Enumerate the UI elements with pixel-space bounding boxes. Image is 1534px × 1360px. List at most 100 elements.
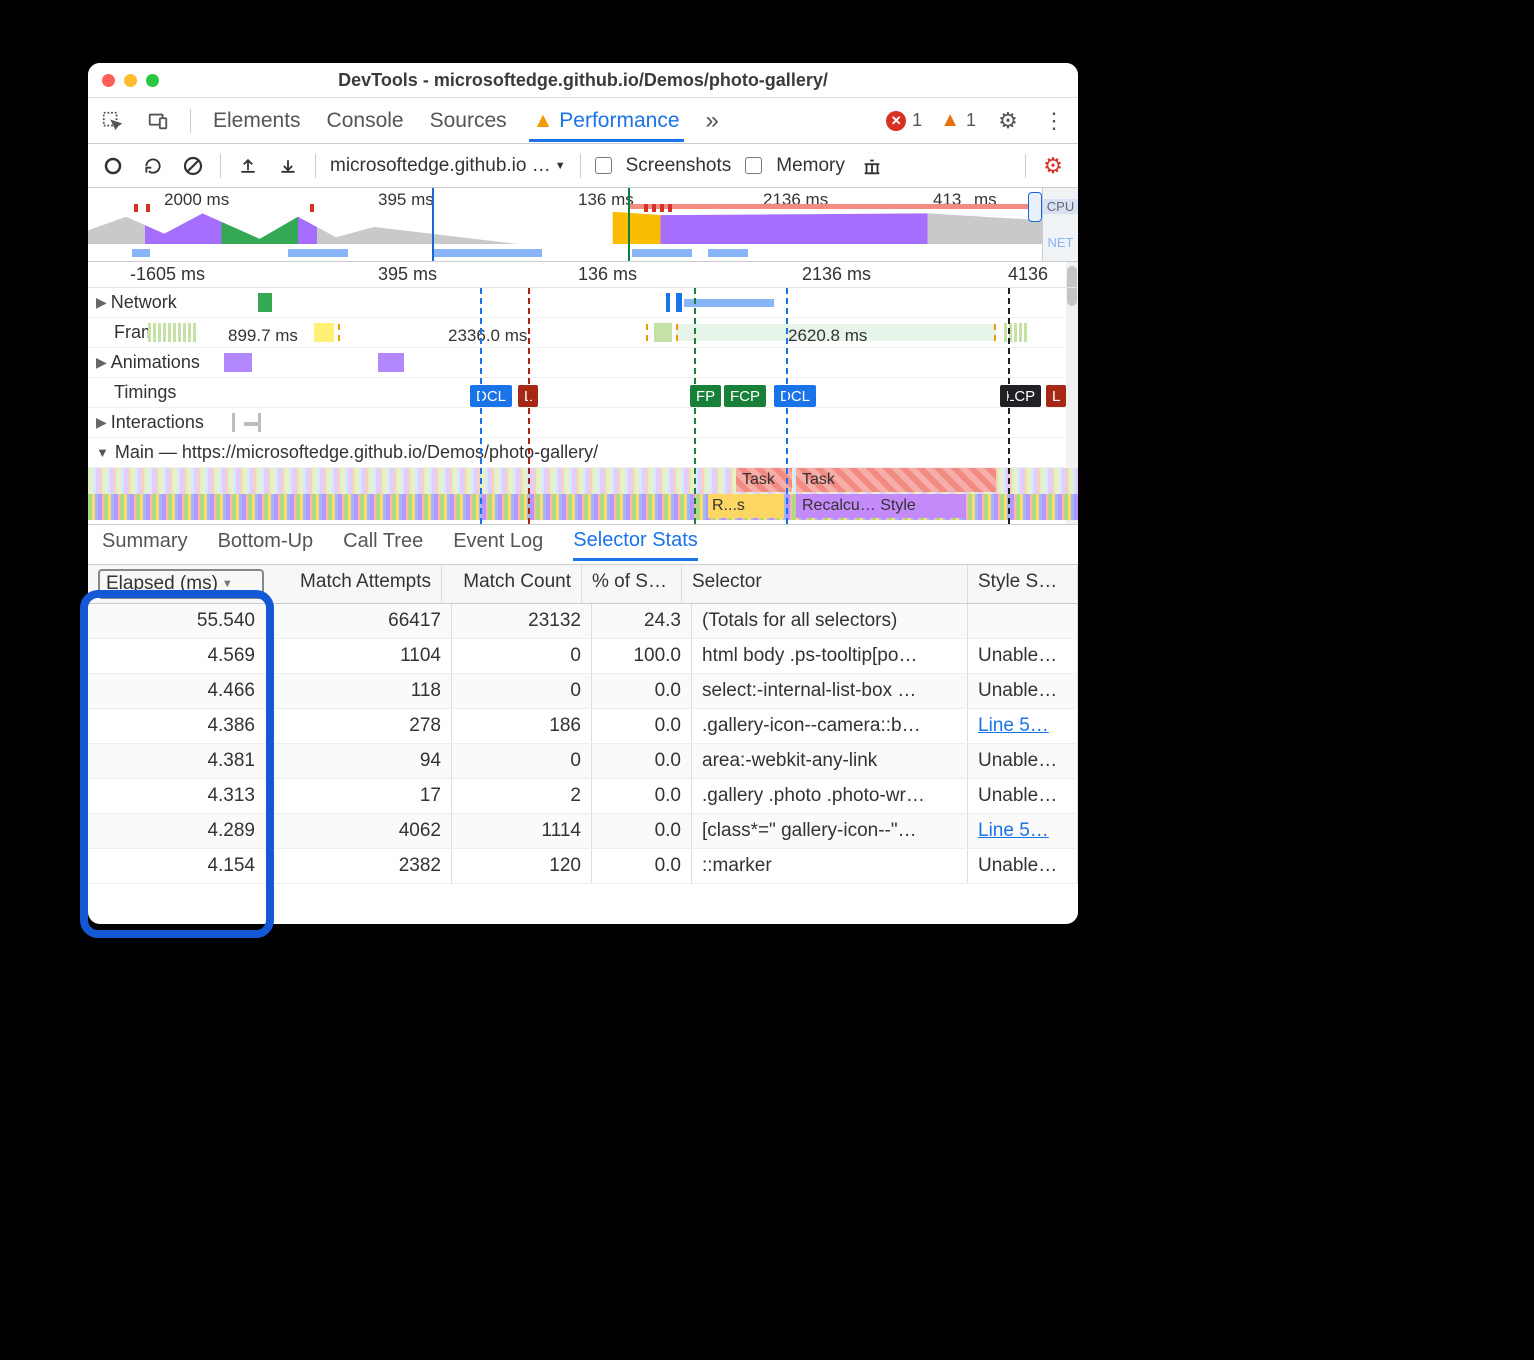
- sort-desc-icon: ▼: [222, 578, 233, 590]
- marker-line: [480, 288, 482, 524]
- cell-pct: 0.0: [592, 779, 692, 813]
- clear-button[interactable]: [180, 153, 206, 179]
- table-row[interactable]: 4.3862781860.0.gallery-icon--camera::b…L…: [88, 709, 1078, 744]
- cell-attempts: 17: [274, 779, 452, 813]
- row-network[interactable]: ▶ Network: [88, 288, 1078, 318]
- memory-checkbox[interactable]: [745, 157, 762, 174]
- cell-elapsed: 4.386: [88, 709, 274, 743]
- row-timings[interactable]: Timings DCL L FP FCP DCL LCP L: [88, 378, 1078, 408]
- overview-net: [88, 249, 1042, 257]
- upload-button[interactable]: [235, 153, 261, 179]
- tab-call-tree[interactable]: Call Tree: [343, 530, 423, 559]
- table-row[interactable]: 4.3819400.0area:-webkit-any-linkUnable…: [88, 744, 1078, 779]
- disclosure-icon[interactable]: ▶: [96, 354, 107, 371]
- capture-settings-icon[interactable]: ⚙: [1040, 153, 1066, 179]
- table-row[interactable]: 4.15423821200.0::markerUnable…: [88, 849, 1078, 884]
- cell-elapsed: 55.540: [88, 604, 274, 638]
- table-row[interactable]: 4.46611800.0select:-internal-list-box …U…: [88, 674, 1078, 709]
- recalc-style-block[interactable]: Recalcu… Style: [796, 494, 966, 518]
- garbage-collect-button[interactable]: [859, 153, 885, 179]
- col-elapsed-sort[interactable]: Elapsed (ms) ▼: [98, 569, 264, 599]
- warning-icon: ▲: [533, 109, 554, 132]
- cell-style: Line 5…: [968, 709, 1078, 743]
- cell-attempts: 1104: [274, 639, 452, 673]
- cell-elapsed: 4.154: [88, 849, 274, 883]
- tab-performance[interactable]: ▲ Performance: [529, 109, 684, 142]
- divider: [190, 109, 191, 133]
- settings-icon[interactable]: ⚙: [994, 107, 1022, 135]
- cell-selector: .gallery-icon--camera::b…: [692, 709, 968, 743]
- minimize-icon[interactable]: [124, 74, 137, 87]
- tab-elements[interactable]: Elements: [209, 109, 305, 133]
- overview-task-ticks: [88, 204, 1042, 212]
- disclosure-icon[interactable]: ▶: [96, 294, 107, 311]
- recording-selector[interactable]: microsoftedge.github.io … ▼: [330, 155, 566, 177]
- tab-bottom-up[interactable]: Bottom-Up: [218, 530, 314, 559]
- task-block[interactable]: Task: [736, 468, 792, 492]
- download-button[interactable]: [275, 153, 301, 179]
- maximize-icon[interactable]: [146, 74, 159, 87]
- col-elapsed-label: Elapsed (ms): [106, 573, 218, 595]
- warning-count-badge[interactable]: ▲ 1: [940, 109, 976, 132]
- cell-attempts: 278: [274, 709, 452, 743]
- disclosure-icon[interactable]: ▶: [96, 414, 107, 431]
- cell-pct: 0.0: [592, 709, 692, 743]
- flame-chart[interactable]: Task Task R...s Recalcu… Style: [88, 468, 1078, 524]
- main-thread-label: Main — https://microsoftedge.github.io/D…: [115, 442, 598, 463]
- row-frames[interactable]: Frames 899.7 ms 2336.0 ms 2620.8 ms: [88, 318, 1078, 348]
- tab-selector-stats[interactable]: Selector Stats: [573, 529, 698, 561]
- row-label: Network: [111, 292, 219, 313]
- col-attempts[interactable]: Match Attempts: [264, 565, 442, 603]
- cell-elapsed: 4.466: [88, 674, 274, 708]
- col-count[interactable]: Match Count: [442, 565, 582, 603]
- cell-style: Unable…: [968, 674, 1078, 708]
- col-pct[interactable]: % of Sl…: [582, 565, 682, 603]
- cell-selector: [class*=" gallery-icon--"…: [692, 814, 968, 848]
- style-link[interactable]: Line 5…: [978, 715, 1049, 736]
- tab-summary[interactable]: Summary: [102, 530, 188, 559]
- record-button[interactable]: [100, 153, 126, 179]
- style-link[interactable]: Line 5…: [978, 820, 1049, 841]
- ruler-tick: -1605 ms: [130, 264, 205, 285]
- table-row[interactable]: 55.540664172313224.3(Totals for all sele…: [88, 604, 1078, 639]
- cell-pct: 0.0: [592, 744, 692, 778]
- col-style[interactable]: Style S…: [968, 565, 1078, 603]
- cell-style: Unable…: [968, 779, 1078, 813]
- cell-pct: 0.0: [592, 814, 692, 848]
- disclosure-icon[interactable]: ▼: [96, 445, 109, 460]
- close-icon[interactable]: [102, 74, 115, 87]
- timing-load: L: [1046, 385, 1066, 407]
- tab-console[interactable]: Console: [323, 109, 408, 133]
- timeline-overview[interactable]: 2000 ms 395 ms 136 ms 2136 ms 413 ms CPU…: [88, 188, 1078, 262]
- col-selector[interactable]: Selector: [682, 565, 968, 603]
- flame-block[interactable]: R...s: [708, 494, 784, 518]
- cell-style: Unable…: [968, 639, 1078, 673]
- cell-pct: 100.0: [592, 639, 692, 673]
- cell-count: 2: [452, 779, 592, 813]
- screenshots-checkbox[interactable]: [595, 157, 612, 174]
- overview-side-labels: CPU NET: [1042, 188, 1078, 261]
- kebab-menu-icon[interactable]: ⋮: [1040, 107, 1068, 135]
- main-thread-header[interactable]: ▼ Main — https://microsoftedge.github.io…: [88, 438, 1078, 468]
- row-interactions[interactable]: ▶ Interactions: [88, 408, 1078, 438]
- overview-range-handle[interactable]: [1028, 192, 1042, 222]
- timeline-main[interactable]: -1605 ms 395 ms 136 ms 2136 ms 4136 ▶ Ne…: [88, 262, 1078, 525]
- table-row[interactable]: 4.289406211140.0[class*=" gallery-icon--…: [88, 814, 1078, 849]
- frame-duration: 2620.8 ms: [788, 326, 867, 346]
- tab-sources[interactable]: Sources: [426, 109, 511, 133]
- tabs-overflow[interactable]: »: [702, 107, 723, 135]
- table-row[interactable]: 4.56911040100.0html body .ps-tooltip[po……: [88, 639, 1078, 674]
- reload-record-button[interactable]: [140, 153, 166, 179]
- table-row[interactable]: 4.3131720.0.gallery .photo .photo-wr…Una…: [88, 779, 1078, 814]
- perf-toolbar: microsoftedge.github.io … ▼ Screenshots …: [88, 144, 1078, 188]
- tab-event-log[interactable]: Event Log: [453, 530, 543, 559]
- cell-style: Unable…: [968, 849, 1078, 883]
- cell-attempts: 2382: [274, 849, 452, 883]
- task-block[interactable]: Task: [796, 468, 996, 492]
- error-count-badge[interactable]: ✕ 1: [886, 110, 922, 131]
- tab-performance-label: Performance: [559, 109, 679, 132]
- inspect-icon[interactable]: [98, 107, 126, 135]
- row-animations[interactable]: ▶ Animations: [88, 348, 1078, 378]
- frame-duration: 899.7 ms: [228, 326, 298, 346]
- device-toggle-icon[interactable]: [144, 107, 172, 135]
